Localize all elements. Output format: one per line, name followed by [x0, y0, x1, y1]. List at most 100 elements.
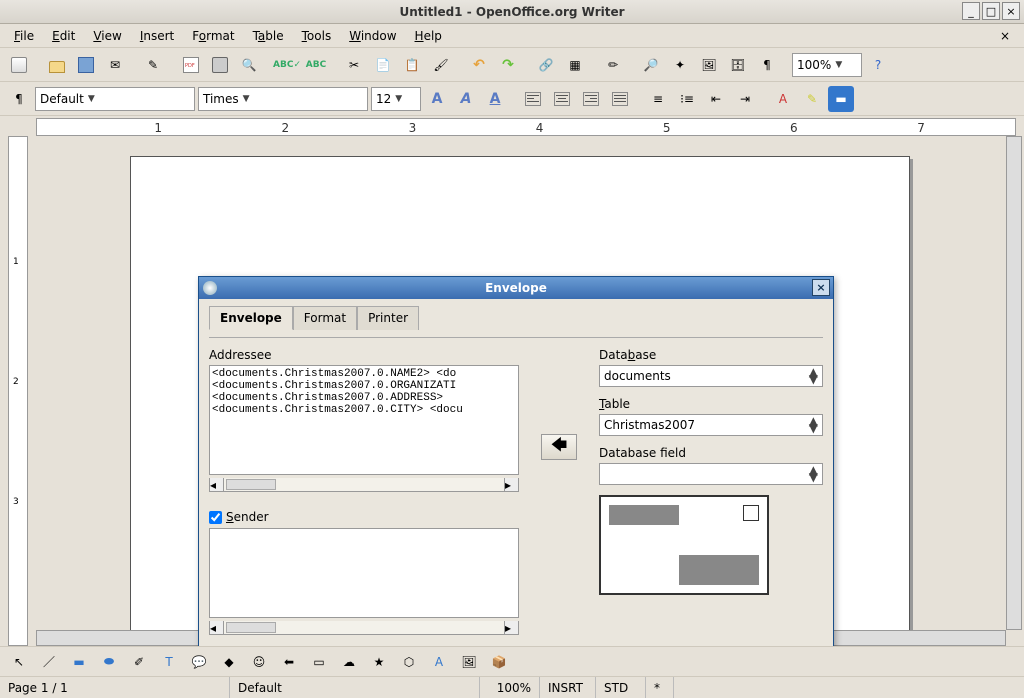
- ellipse-tool[interactable]: ⬬: [96, 649, 122, 675]
- vertical-scrollbar[interactable]: [1006, 136, 1022, 630]
- new-button[interactable]: [6, 52, 32, 78]
- select-tool[interactable]: ↖: [6, 649, 32, 675]
- copy-button[interactable]: 📄: [370, 52, 396, 78]
- font-color-button[interactable]: A: [770, 86, 796, 112]
- spellcheck-button[interactable]: ABC✓: [274, 52, 300, 78]
- freeform-tool[interactable]: ✐: [126, 649, 152, 675]
- status-style[interactable]: Default: [230, 677, 480, 698]
- status-extra: [674, 677, 1024, 698]
- open-button[interactable]: [44, 52, 70, 78]
- text-tool[interactable]: T: [156, 649, 182, 675]
- help-button[interactable]: ?: [865, 52, 891, 78]
- fontwork-tool[interactable]: A: [426, 649, 452, 675]
- basic-shapes-tool[interactable]: ◆: [216, 649, 242, 675]
- menu-window[interactable]: Window: [341, 26, 404, 46]
- redo-button[interactable]: ↷: [495, 52, 521, 78]
- menu-insert[interactable]: Insert: [132, 26, 182, 46]
- sender-checkbox[interactable]: [209, 511, 222, 524]
- format-paintbrush-button[interactable]: 🖌: [428, 52, 454, 78]
- bullet-list-button[interactable]: ⁝≡: [674, 86, 700, 112]
- minimize-button[interactable]: _: [962, 2, 980, 20]
- horizontal-ruler[interactable]: 1 2 3 4 5 6 7: [36, 118, 1016, 136]
- find-button[interactable]: 🔎: [638, 52, 664, 78]
- addressee-textarea[interactable]: [209, 365, 519, 475]
- hyperlink-button[interactable]: 🔗: [533, 52, 559, 78]
- font-name-combo[interactable]: Times▼: [198, 87, 368, 111]
- datasources-button[interactable]: 🗄: [725, 52, 751, 78]
- increase-indent-button[interactable]: ⇥: [732, 86, 758, 112]
- status-page[interactable]: Page 1 / 1: [0, 677, 230, 698]
- close-window-button[interactable]: ×: [1002, 2, 1020, 20]
- drawing-button[interactable]: ✏: [600, 52, 626, 78]
- dbfield-combo[interactable]: ▲▼: [599, 463, 823, 485]
- table-button[interactable]: ▦: [562, 52, 588, 78]
- print-preview-button[interactable]: 🔍: [236, 52, 262, 78]
- table-combo[interactable]: Christmas2007 ▲▼: [599, 414, 823, 436]
- menu-view[interactable]: View: [85, 26, 129, 46]
- status-selection-mode[interactable]: STD: [596, 677, 646, 698]
- status-zoom[interactable]: 100%: [480, 677, 540, 698]
- tab-envelope[interactable]: Envelope: [209, 306, 293, 330]
- styles-button[interactable]: ¶: [6, 86, 32, 112]
- status-modified[interactable]: *: [646, 677, 674, 698]
- bold-button[interactable]: A: [424, 86, 450, 112]
- status-insert-mode[interactable]: INSRT: [540, 677, 596, 698]
- rectangle-tool[interactable]: ▬: [66, 649, 92, 675]
- zoom-combo[interactable]: 100%▼: [792, 53, 862, 77]
- tab-format[interactable]: Format: [293, 306, 357, 330]
- symbol-shapes-tool[interactable]: ☺: [246, 649, 272, 675]
- decrease-indent-button[interactable]: ⇤: [703, 86, 729, 112]
- edit-doc-button[interactable]: ✎: [140, 52, 166, 78]
- dialog-titlebar[interactable]: Envelope ×: [199, 277, 833, 299]
- highlight-button[interactable]: ✎: [799, 86, 825, 112]
- menu-edit[interactable]: Edit: [44, 26, 83, 46]
- italic-button[interactable]: A: [453, 86, 479, 112]
- block-arrows-tool[interactable]: ⬅: [276, 649, 302, 675]
- align-left-button[interactable]: [520, 86, 546, 112]
- email-button[interactable]: ✉: [102, 52, 128, 78]
- document-close-button[interactable]: ×: [992, 26, 1018, 46]
- line-tool[interactable]: ／: [36, 649, 62, 675]
- points-tool[interactable]: ⬡: [396, 649, 422, 675]
- align-center-button[interactable]: [549, 86, 575, 112]
- align-justify-button[interactable]: [607, 86, 633, 112]
- underline-button[interactable]: A: [482, 86, 508, 112]
- gallery-button[interactable]: 🖼: [696, 52, 722, 78]
- nonprinting-button[interactable]: ¶: [754, 52, 780, 78]
- insert-field-arrow-button[interactable]: 🡄: [541, 434, 577, 460]
- database-combo[interactable]: documents ▲▼: [599, 365, 823, 387]
- font-size-combo[interactable]: 12▼: [371, 87, 421, 111]
- paragraph-style-combo[interactable]: Default▼: [35, 87, 195, 111]
- menu-tools[interactable]: Tools: [294, 26, 340, 46]
- menu-format[interactable]: Format: [184, 26, 242, 46]
- autospell-button[interactable]: ABC: [303, 52, 329, 78]
- callouts-tool[interactable]: ☁: [336, 649, 362, 675]
- addressee-hscroll[interactable]: ◂▸: [209, 478, 519, 492]
- preview-sender-block: [609, 505, 679, 525]
- undo-button[interactable]: ↶: [466, 52, 492, 78]
- menu-table[interactable]: Table: [245, 26, 292, 46]
- menu-file[interactable]: File: [6, 26, 42, 46]
- sender-textarea[interactable]: [209, 528, 519, 618]
- tab-printer[interactable]: Printer: [357, 306, 419, 330]
- stars-tool[interactable]: ★: [366, 649, 392, 675]
- maximize-button[interactable]: □: [982, 2, 1000, 20]
- callout-tool[interactable]: 💬: [186, 649, 212, 675]
- export-pdf-button[interactable]: [178, 52, 204, 78]
- paste-button[interactable]: 📋: [399, 52, 425, 78]
- database-label: Database: [599, 348, 823, 362]
- menu-help[interactable]: Help: [407, 26, 450, 46]
- cut-button[interactable]: ✂: [341, 52, 367, 78]
- vertical-ruler[interactable]: 1 2 3: [8, 136, 28, 646]
- sender-hscroll[interactable]: ◂▸: [209, 621, 519, 635]
- align-right-button[interactable]: [578, 86, 604, 112]
- dialog-close-button[interactable]: ×: [812, 279, 830, 296]
- print-button[interactable]: [207, 52, 233, 78]
- background-button[interactable]: ▬: [828, 86, 854, 112]
- navigator-button[interactable]: ✦: [667, 52, 693, 78]
- save-button[interactable]: [73, 52, 99, 78]
- from-file-tool[interactable]: 🖼: [456, 649, 482, 675]
- numbered-list-button[interactable]: ≡: [645, 86, 671, 112]
- extrusion-tool[interactable]: 📦: [486, 649, 512, 675]
- flowcharts-tool[interactable]: ▭: [306, 649, 332, 675]
